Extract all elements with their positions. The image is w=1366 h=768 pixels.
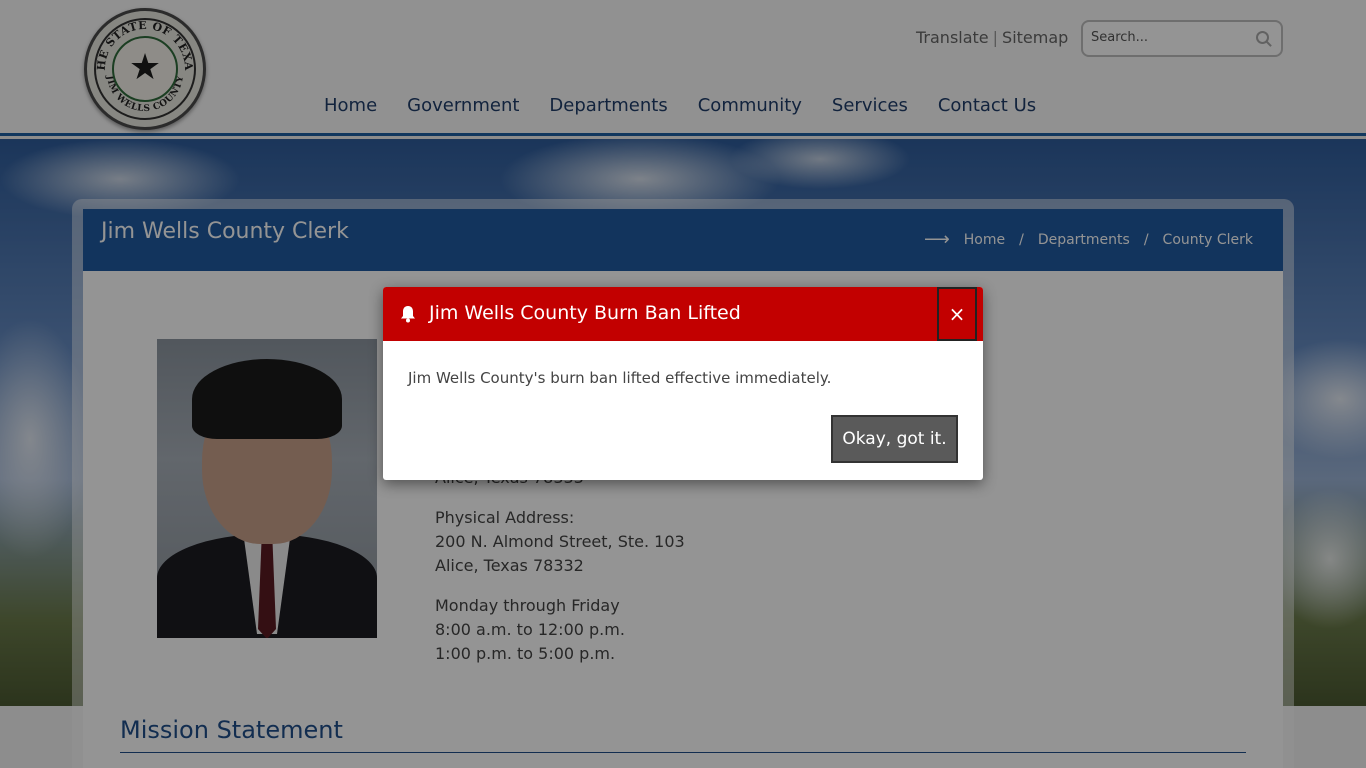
modal-message: Jim Wells County's burn ban lifted effec… — [408, 369, 832, 387]
alert-modal: Jim Wells County Burn Ban Lifted × Jim W… — [383, 287, 983, 480]
bell-icon — [401, 306, 415, 323]
okay-got-it-button[interactable]: Okay, got it. — [831, 415, 958, 463]
modal-header: Jim Wells County Burn Ban Lifted — [383, 287, 983, 341]
modal-title: Jim Wells County Burn Ban Lifted — [429, 302, 741, 324]
close-icon[interactable]: × — [937, 287, 977, 341]
